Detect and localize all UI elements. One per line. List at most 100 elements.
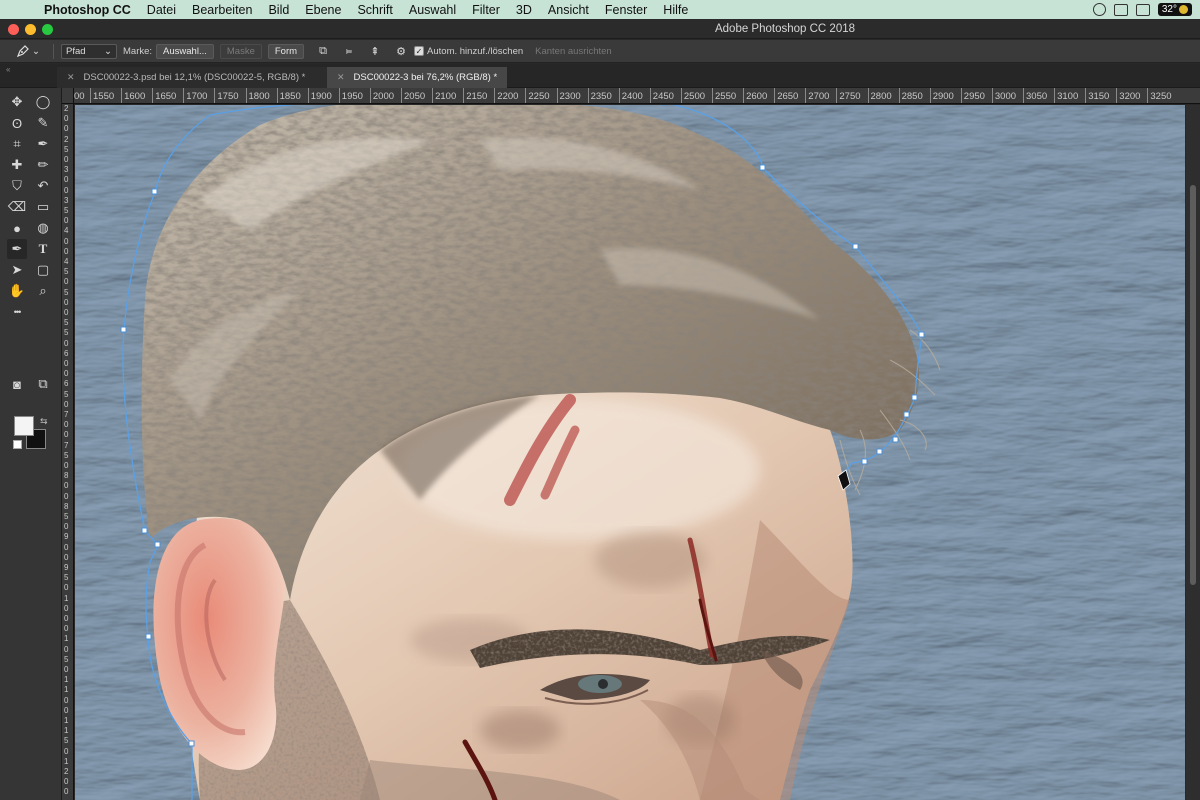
- close-icon[interactable]: ✕: [67, 72, 75, 83]
- ruler-tick-label: 0: [64, 603, 69, 613]
- ruler-tick-label: 0: [64, 399, 69, 409]
- ruler-tick-label: 0: [64, 542, 69, 552]
- rectangle-tool[interactable]: ▢: [33, 260, 53, 280]
- ruler-tick-label: 0: [64, 777, 69, 787]
- elliptical-marquee-icon: ◯: [35, 94, 51, 109]
- ruler-tick-label: 0: [64, 491, 69, 501]
- clone-stamp-tool[interactable]: ⛉: [7, 176, 27, 196]
- ruler-tick-label: 0: [64, 624, 69, 634]
- gear-icon[interactable]: ⚙: [393, 44, 409, 58]
- ruler-tick-label: 1550: [89, 88, 115, 103]
- make-mask-button[interactable]: Maske: [219, 43, 262, 59]
- ruler-tick-label: 1: [64, 634, 69, 644]
- quick-mask-icon[interactable]: ◙: [7, 374, 27, 394]
- eyedropper-tool[interactable]: ✒: [33, 134, 53, 154]
- make-shape-button[interactable]: Form: [267, 43, 305, 59]
- ruler-tick-label: 3000: [991, 88, 1017, 103]
- menu-auswahl[interactable]: Auswahl: [401, 3, 464, 17]
- gradient-tool[interactable]: ▭: [33, 197, 53, 217]
- ruler-tick-label: 0: [64, 552, 69, 562]
- document-tab-bar: « ✕ DSC00022-3.psd bei 12,1% (DSC00022-5…: [0, 64, 1200, 88]
- dodge-icon: ◍: [37, 220, 49, 235]
- default-colors-icon[interactable]: [13, 440, 22, 449]
- screen-mode-icon[interactable]: ⧉: [33, 374, 53, 394]
- screen-icon[interactable]: [1135, 3, 1150, 16]
- pen-tool[interactable]: ✒: [7, 239, 27, 259]
- ruler-tick-label: 4: [64, 226, 69, 236]
- more-tools[interactable]: •••: [7, 302, 27, 322]
- document-canvas[interactable]: [75, 105, 1185, 800]
- path-selection-tool[interactable]: ➤: [7, 260, 27, 280]
- display-icon[interactable]: [1113, 3, 1128, 16]
- gradient-icon: ▭: [36, 199, 50, 214]
- menu-hilfe[interactable]: Hilfe: [655, 3, 696, 17]
- options-bar: ⌄ Pfad ⌄ Marke: Auswahl... Maske Form ⧉ …: [0, 40, 1200, 63]
- menu-bar: Photoshop CC Datei Bearbeiten Bild Ebene…: [0, 0, 1200, 19]
- foreground-color-swatch[interactable]: [14, 416, 34, 436]
- divider: [53, 43, 54, 59]
- close-icon[interactable]: ✕: [337, 72, 345, 83]
- menu-schrift[interactable]: Schrift: [349, 3, 400, 17]
- menu-bearbeiten[interactable]: Bearbeiten: [184, 3, 260, 17]
- tool-preset-picker[interactable]: ⌄: [16, 44, 46, 58]
- scrollbar-thumb[interactable]: [1190, 185, 1196, 585]
- horizontal-ruler[interactable]: 00 1550 1600 1650 1700 1750 1800 1850 1900 1950 20…: [62, 88, 1200, 104]
- brush-icon: ✏: [37, 157, 49, 172]
- path-operations-icon[interactable]: ⧉: [315, 44, 331, 58]
- menu-3d[interactable]: 3D: [508, 3, 540, 17]
- ruler-tick-label: 6: [64, 379, 69, 389]
- ruler-tick-label: 0: [64, 124, 69, 134]
- menu-filter[interactable]: Filter: [464, 3, 508, 17]
- record-icon[interactable]: [1092, 3, 1106, 16]
- align-edges-label[interactable]: Kanten ausrichten: [535, 46, 612, 57]
- collapse-panels-icon[interactable]: «: [6, 65, 10, 74]
- ruler-tick-label: 0: [64, 665, 69, 674]
- ruler-tick-label: 2750: [836, 88, 861, 103]
- dodge-tool[interactable]: ◍: [33, 218, 53, 238]
- move-tool[interactable]: ✥: [7, 92, 27, 112]
- blur-tool[interactable]: ●: [7, 218, 27, 238]
- zoom-tool[interactable]: ⌕: [33, 281, 53, 301]
- tab-document-2[interactable]: ✕ DSC00022-3 bei 76,2% (RGB/8) *: [327, 67, 507, 88]
- ruler-tick-label: 8: [64, 501, 69, 511]
- path-arrangement-icon[interactable]: ⇞: [367, 44, 383, 58]
- vertical-scrollbar[interactable]: [1186, 105, 1200, 800]
- type-tool[interactable]: T: [33, 239, 53, 259]
- ruler-tick-label: 5: [64, 206, 69, 215]
- menu-bild[interactable]: Bild: [260, 3, 297, 17]
- menu-ansicht[interactable]: Ansicht: [540, 3, 597, 17]
- vertical-ruler[interactable]: 2002503003504004505005506006507007508008…: [62, 104, 74, 800]
- hand-tool[interactable]: ✋: [7, 281, 27, 301]
- path-alignment-icon[interactable]: ⫢: [341, 44, 357, 58]
- lasso-tool[interactable]: ʘ: [7, 113, 27, 133]
- menu-datei[interactable]: Datei: [139, 3, 184, 17]
- ruler-tick-label: 2: [64, 767, 69, 776]
- quick-selection-tool[interactable]: ✎: [33, 113, 53, 133]
- auto-add-delete-checkbox[interactable]: ✓: [414, 46, 425, 56]
- brush-tool[interactable]: ✏: [33, 155, 53, 175]
- ruler-tick-label: 2300: [556, 88, 581, 103]
- swap-colors-icon[interactable]: ⇆: [40, 416, 48, 427]
- ruler-tick-label: 0: [64, 369, 69, 379]
- menu-ebene[interactable]: Ebene: [297, 3, 349, 17]
- history-brush-tool[interactable]: ↶: [33, 176, 53, 196]
- menu-fenster[interactable]: Fenster: [597, 3, 655, 17]
- ruler-tick-label: 0: [64, 155, 69, 164]
- ruler-tick-label: 9: [64, 532, 69, 542]
- ruler-tick-label: 0: [64, 430, 69, 440]
- eraser-tool[interactable]: ⌫: [7, 197, 27, 217]
- ruler-tick-label: 0: [64, 420, 69, 430]
- clone-stamp-icon: ⛉: [12, 178, 22, 193]
- tab-document-1[interactable]: ✕ DSC00022-3.psd bei 12,1% (DSC00022-5, …: [57, 67, 327, 88]
- elliptical-marquee-tool[interactable]: ◯: [33, 92, 53, 112]
- temperature-widget[interactable]: 32°: [1157, 3, 1192, 16]
- menu-app-name[interactable]: Photoshop CC: [44, 3, 139, 17]
- tool-mode-select[interactable]: Pfad ⌄: [61, 43, 117, 59]
- ruler-tick-label: 1800: [245, 88, 270, 103]
- ruler-tick-label: 1850: [276, 88, 301, 103]
- ruler-origin[interactable]: [62, 88, 74, 104]
- healing-brush-tool[interactable]: ✚: [7, 155, 27, 175]
- crop-tool[interactable]: ⌗: [7, 134, 27, 154]
- make-selection-button[interactable]: Auswahl...: [156, 43, 214, 59]
- ruler-tick-label: 0: [64, 787, 69, 797]
